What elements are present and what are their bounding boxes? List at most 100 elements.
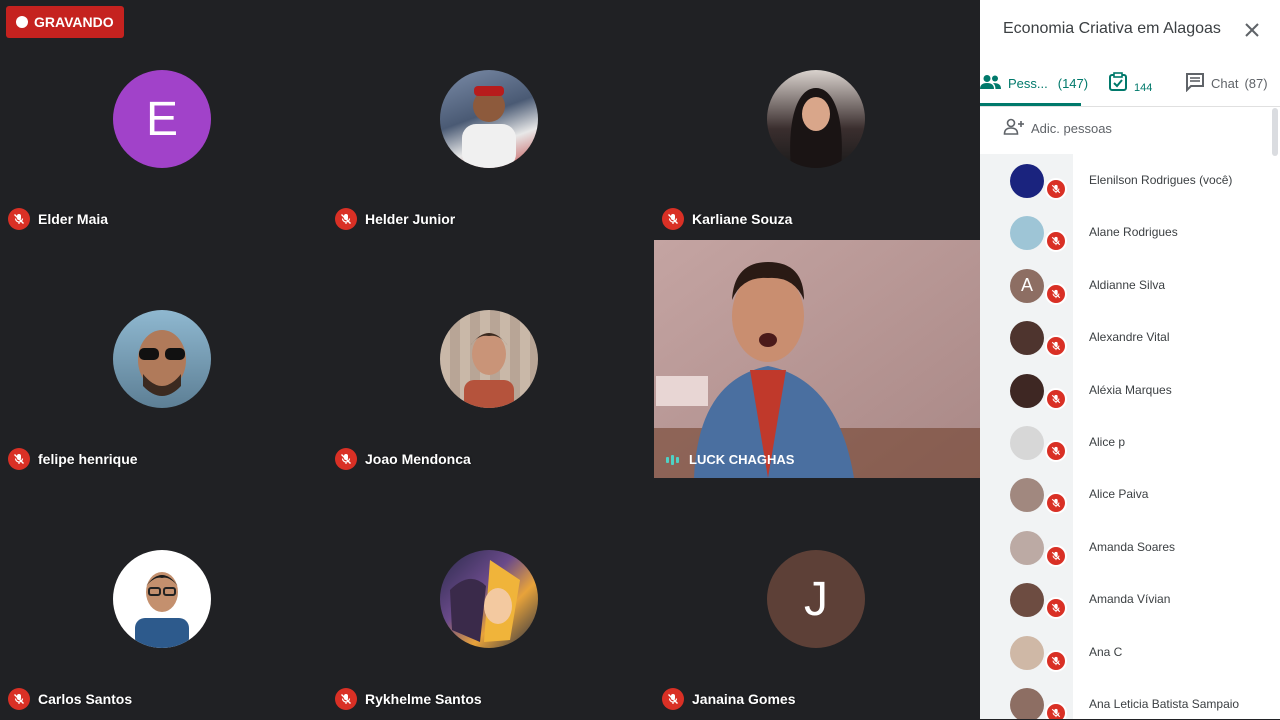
tab-people[interactable]: Pess... (147) <box>980 60 1088 106</box>
participant-tile[interactable]: Rykhelme Santos <box>327 480 653 720</box>
avatar: J <box>767 550 865 648</box>
list-item[interactable]: Aléxia Marques <box>980 364 1280 416</box>
video-name-label: LUCK CHAGHAS <box>666 452 794 467</box>
mic-off-icon <box>1045 335 1067 358</box>
avatar <box>1010 373 1044 408</box>
people-list: Elenilson Rodrigues (você) Alane Rodrigue… <box>980 154 1280 719</box>
tab-tasks-count: 144 <box>1134 82 1153 94</box>
tile-name: Elder Maia <box>8 208 108 230</box>
avatar <box>1010 164 1044 198</box>
list-item[interactable]: Alice Paiva <box>980 468 1280 520</box>
tile-name: Rykhelme Santos <box>335 688 482 710</box>
participant-name: Aléxia Marques <box>1089 382 1172 397</box>
list-item[interactable]: Alexandre Vital <box>980 311 1280 363</box>
tab-chat[interactable]: Chat (87) <box>1185 60 1268 106</box>
mic-off-icon <box>8 688 30 710</box>
people-icon <box>980 74 1002 93</box>
tile-name: Janaina Gomes <box>662 688 796 710</box>
active-tab-indicator <box>980 103 1081 106</box>
tile-name: Carlos Santos <box>8 688 132 710</box>
avatar <box>1010 530 1044 565</box>
participant-name: Karliane Souza <box>692 211 793 227</box>
tab-people-count: (147) <box>1057 75 1089 91</box>
mic-off-icon <box>662 208 684 230</box>
mic-off-icon <box>335 688 357 710</box>
participant-name: Amanda Vívian <box>1089 592 1171 607</box>
participant-name: Alice Paiva <box>1089 487 1149 502</box>
tab-chat-label: Chat <box>1211 75 1239 91</box>
add-people-button[interactable]: Adic. pessoas <box>1003 118 1112 139</box>
participant-name: Helder Junior <box>365 211 456 227</box>
list-item[interactable]: Amanda Vívian <box>980 573 1280 625</box>
mic-off-icon <box>1045 387 1067 410</box>
panel-scrollbar[interactable] <box>1272 108 1278 156</box>
mic-off-icon <box>335 448 357 470</box>
avatar: E <box>113 70 211 168</box>
avatar <box>440 310 538 408</box>
meeting-title: Economia Criativa em Alagoas <box>1003 20 1221 37</box>
participant-name: Alice p <box>1089 435 1126 449</box>
participant-tile[interactable]: E Elder Maia <box>0 0 326 240</box>
audio-level-icon <box>666 454 679 465</box>
avatar <box>440 70 538 168</box>
tab-people-label: Pess... <box>1008 75 1048 91</box>
list-item[interactable]: Alice p <box>980 416 1280 468</box>
list-item[interactable]: A Aldianne Silva <box>980 259 1280 311</box>
participant-name: Rykhelme Santos <box>365 691 482 707</box>
avatar <box>113 310 211 408</box>
add-people-label: Adic. pessoas <box>1031 121 1112 136</box>
participant-name: Carlos Santos <box>38 691 133 707</box>
list-item[interactable]: Amanda Soares <box>980 521 1280 573</box>
participant-name: Ana C <box>1089 644 1123 659</box>
video-tile[interactable]: LUCK CHAGHAS <box>654 240 980 478</box>
participant-name: LUCK CHAGHAS <box>689 452 795 467</box>
avatar-letter: E <box>145 92 178 146</box>
mic-off-icon <box>1045 649 1067 672</box>
tile-name: felipe henrique <box>8 448 138 470</box>
mic-off-icon <box>8 208 30 230</box>
tile-name: Helder Junior <box>335 208 455 230</box>
participant-tile[interactable]: felipe henrique <box>0 240 326 480</box>
participant-name: Alexandre Vital <box>1089 330 1170 345</box>
close-icon[interactable] <box>1242 20 1262 40</box>
avatar <box>1010 321 1044 356</box>
meeting-grid: GRAVANDO E Elder Maia Helder Junior Karl… <box>0 0 980 719</box>
participant-tile[interactable]: Helder Junior <box>327 0 653 240</box>
people-panel: Economia Criativa em Alagoas Pess... (14… <box>980 0 1280 719</box>
list-item[interactable]: Ana Leticia Batista Sampaio <box>980 678 1280 719</box>
participant-name: Elenilson Rodrigues (você) <box>1089 173 1233 187</box>
avatar-letter: A <box>1020 275 1033 296</box>
participant-tile[interactable]: Joao Mendonca <box>327 240 653 480</box>
participant-name: Janaina Gomes <box>692 691 796 707</box>
mic-off-icon <box>1045 230 1067 253</box>
mic-off-icon <box>662 688 684 710</box>
participant-tile[interactable]: Karliane Souza <box>654 0 980 240</box>
participant-tile[interactable]: J Janaina Gomes <box>654 480 980 720</box>
participant-name: Ana Leticia Batista Sampaio <box>1089 697 1240 711</box>
add-person-icon <box>1003 118 1025 139</box>
avatar <box>1010 635 1044 670</box>
participant-name: Alane Rodrigues <box>1089 225 1178 240</box>
mic-off-icon <box>1045 544 1067 567</box>
list-item[interactable]: Alane Rodrigues <box>980 206 1280 258</box>
mic-off-icon <box>1045 492 1067 515</box>
mic-off-icon <box>335 208 357 230</box>
avatar <box>1010 583 1044 618</box>
list-item[interactable]: Elenilson Rodrigues (você) <box>980 154 1280 206</box>
participant-tile[interactable]: Carlos Santos <box>0 480 326 720</box>
avatar: A <box>1010 268 1044 303</box>
tab-tasks[interactable]: 144 <box>1108 60 1152 106</box>
mic-off-icon <box>1045 440 1067 462</box>
avatar <box>1010 478 1044 513</box>
list-item[interactable]: Ana C <box>980 626 1280 678</box>
video-feed <box>654 240 980 478</box>
tile-name: Karliane Souza <box>662 208 792 230</box>
mic-off-icon <box>1045 597 1067 620</box>
avatar <box>440 550 538 648</box>
avatar <box>1010 216 1044 251</box>
mic-off-icon <box>1045 282 1067 305</box>
avatar <box>1010 688 1044 719</box>
panel-tabs: Pess... (147) 144 Chat (87) <box>980 60 1280 107</box>
tile-name: Joao Mendonca <box>335 448 471 470</box>
tab-chat-count: (87) <box>1244 75 1268 91</box>
